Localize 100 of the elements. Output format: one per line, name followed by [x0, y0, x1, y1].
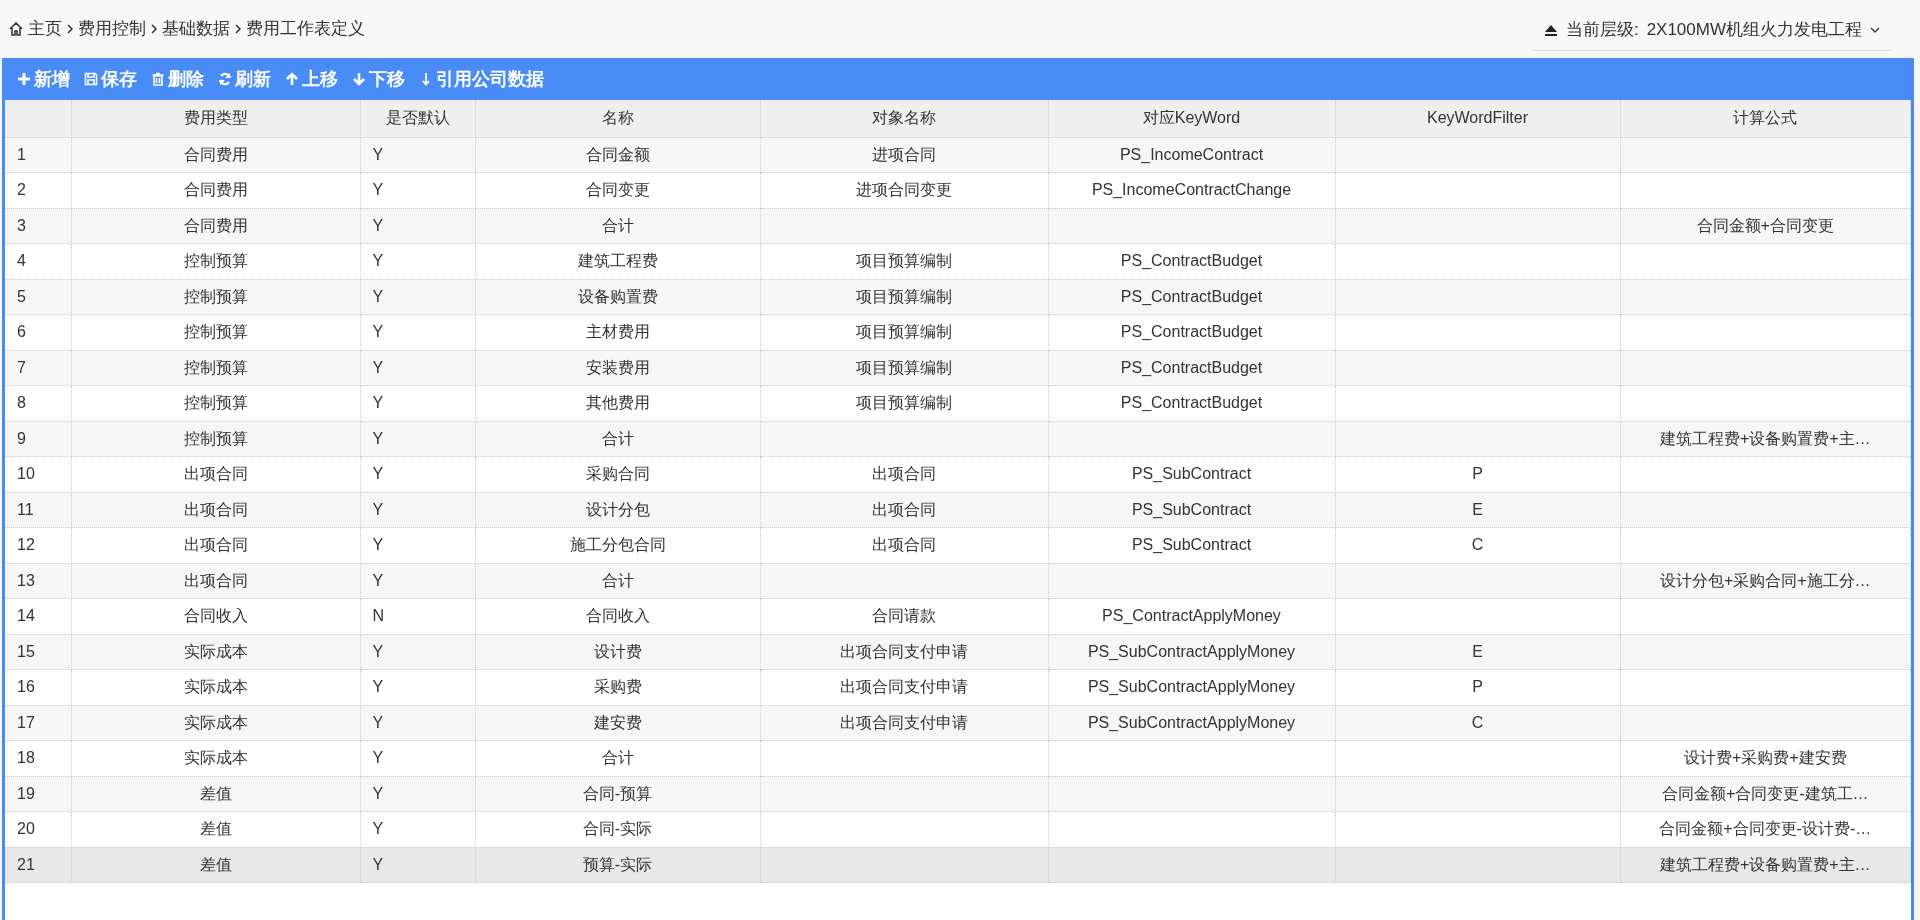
table-cell: PS_ContractBudget	[1120, 323, 1263, 341]
table-cell: Y	[372, 394, 384, 412]
breadcrumb-link[interactable]: 费用控制	[78, 16, 146, 42]
table-row[interactable]: 21 差值 Y 预算-实际 建筑工程费+设备购置费+主…	[5, 847, 1911, 883]
table-cell: 差值	[199, 820, 232, 838]
table-cell: E	[1472, 642, 1483, 660]
table-cell: 合计	[601, 429, 634, 447]
table-cell: 合计	[601, 571, 634, 589]
table-cell: 安装费用	[585, 358, 650, 376]
table-cell: Y	[372, 145, 384, 163]
table-row[interactable]: 20 差值 Y 合同-实际 合同金额+合同变更-设计费-…	[5, 811, 1911, 847]
table-cell: 控制预算	[183, 394, 248, 412]
table-cell: PS_SubContractApplyMoney	[1087, 678, 1296, 696]
table-row[interactable]: 8 控制预算 Y 其他费用 项目预算编制 PS_ContractBudget	[5, 385, 1911, 421]
table-cell: Y	[372, 749, 384, 767]
table-cell: PS_IncomeContract	[1119, 145, 1264, 163]
plus-icon	[17, 72, 31, 86]
table-cell: Y	[372, 678, 384, 696]
table-cell: Y	[372, 465, 384, 483]
table-cell: Y	[372, 784, 384, 802]
table-row[interactable]: 4 控制预算 Y 建筑工程费 项目预算编制 PS_ContractBudget	[5, 243, 1911, 279]
trash-icon	[151, 72, 165, 86]
table-row[interactable]: 9 控制预算 Y 合计 建筑工程费+设备购置费+主…	[5, 421, 1911, 457]
table-cell: 合同-实际	[582, 820, 653, 838]
table-cell: 合同费用	[183, 216, 248, 234]
table-cell: C	[1471, 713, 1484, 731]
table-cell: 合同-预算	[582, 784, 653, 802]
row-number: 11	[5, 492, 71, 528]
row-number: 17	[5, 705, 71, 741]
table-cell: 项目预算编制	[856, 358, 952, 376]
table-cell: 设计分包+采购合同+施工分…	[1659, 571, 1871, 589]
table-cell: P	[1472, 465, 1483, 483]
table-cell: 项目预算编制	[856, 394, 952, 412]
row-number: 15	[5, 634, 71, 670]
row-number: 13	[5, 563, 71, 599]
table-cell: 出项合同支付申请	[840, 642, 968, 660]
table-cell: 控制预算	[183, 287, 248, 305]
table-row[interactable]: 18 实际成本 Y 合计 设计费+采购费+建安费	[5, 740, 1911, 776]
table-cell: Y	[372, 713, 384, 731]
table-cell: Y	[372, 216, 384, 234]
table-cell: 合同金额+合同变更	[1696, 216, 1834, 234]
table-cell: N	[372, 607, 385, 625]
table-cell: Y	[372, 287, 384, 305]
home-icon	[8, 21, 24, 37]
row-number: 5	[5, 279, 71, 315]
table-cell: 建安费	[593, 713, 642, 731]
chevron-icon	[234, 24, 242, 34]
table-cell: 合同金额+合同变更-建筑工…	[1661, 784, 1869, 802]
table-cell: 其他费用	[585, 394, 650, 412]
table-row[interactable]: 6 控制预算 Y 主材费用 项目预算编制 PS_ContractBudget	[5, 314, 1911, 350]
table-cell: 设计费	[593, 642, 642, 660]
table-row[interactable]: 7 控制预算 Y 安装费用 项目预算编制 PS_ContractBudget	[5, 350, 1911, 386]
table-row[interactable]: 12 出项合同 Y 施工分包合同 出项合同 PS_SubContract C	[5, 527, 1911, 563]
table-cell: 项目预算编制	[856, 287, 952, 305]
breadcrumb-link[interactable]: 基础数据	[162, 16, 230, 42]
table-cell: 合同收入	[183, 607, 248, 625]
table-cell: 合同费用	[183, 181, 248, 199]
table-cell: 进项合同	[872, 145, 936, 163]
table-cell: PS_SubContract	[1131, 500, 1252, 518]
table-row[interactable]: 11 出项合同 Y 设计分包 出项合同 PS_SubContract E	[5, 492, 1911, 528]
table-cell: PS_SubContractApplyMoney	[1087, 642, 1296, 660]
table-row[interactable]: 1 合同费用 Y 合同金额 进项合同 PS_IncomeContract	[5, 137, 1911, 173]
table-cell: 采购合同	[585, 465, 650, 483]
chevron-icon	[150, 24, 158, 34]
table-cell: 控制预算	[183, 323, 248, 341]
table-row[interactable]: 2 合同费用 Y 合同变更 进项合同变更 PS_IncomeContractChange	[5, 172, 1911, 208]
table-cell: Y	[372, 358, 384, 376]
table-row[interactable]: 13 出项合同 Y 合计 设计分包+采购合同+施工分…	[5, 563, 1911, 599]
breadcrumb-link[interactable]: 主页	[28, 16, 62, 42]
table-cell: 设计分包	[585, 500, 650, 518]
table-cell: PS_IncomeContractChange	[1091, 181, 1292, 199]
arrow-up-icon	[285, 72, 299, 86]
table-cell: 项目预算编制	[856, 323, 952, 341]
table-cell: 出项合同	[183, 571, 248, 589]
table-cell: Y	[372, 571, 384, 589]
table-row[interactable]: 17 实际成本 Y 建安费 出项合同支付申请 PS_SubContractApplyMoney C	[5, 705, 1911, 741]
table-row[interactable]: 15 实际成本 Y 设计费 出项合同支付申请 PS_SubContractApplyMoney E	[5, 634, 1911, 670]
arrow-down-icon	[419, 72, 433, 86]
table-cell: PS_ContractApplyMoney	[1102, 607, 1281, 625]
table-cell: 出项合同支付申请	[840, 713, 968, 731]
table-row[interactable]: 3 合同费用 Y 合计 合同金额+合同变更	[5, 208, 1911, 244]
table-row[interactable]: 16 实际成本 Y 采购费 出项合同支付申请 PS_SubContractApplyMoney P	[5, 669, 1911, 705]
row-number: 3	[5, 208, 71, 244]
level-dropdown[interactable]: 2X100MW机组火力发电工程	[1646, 16, 1862, 43]
table-row[interactable]: 5 控制预算 Y 设备购置费 项目预算编制 PS_ContractBudget	[5, 279, 1911, 315]
table-cell: 建筑工程费+设备购置费+主…	[1659, 429, 1871, 447]
table-row[interactable]: 19 差值 Y 合同-预算 合同金额+合同变更-建筑工…	[5, 776, 1911, 812]
breadcrumb-link[interactable]: 费用工作表定义	[246, 16, 365, 42]
table-cell: Y	[372, 820, 384, 838]
table-cell: PS_ContractBudget	[1120, 358, 1263, 376]
table-cell: E	[1472, 500, 1483, 518]
table-row[interactable]: 10 出项合同 Y 采购合同 出项合同 PS_SubContract P	[5, 456, 1911, 492]
table-cell: 出项合同支付申请	[840, 678, 968, 696]
caret-icon	[1870, 26, 1880, 33]
table-cell: 合同变更	[585, 181, 650, 199]
table-cell: Y	[372, 252, 384, 270]
table-row[interactable]: 14 合同收入 N 合同收入 合同请款 PS_ContractApplyMoney	[5, 598, 1911, 634]
table-cell: 差值	[199, 784, 232, 802]
table-cell: Y	[372, 642, 384, 660]
table-cell: 预算-实际	[582, 855, 653, 873]
